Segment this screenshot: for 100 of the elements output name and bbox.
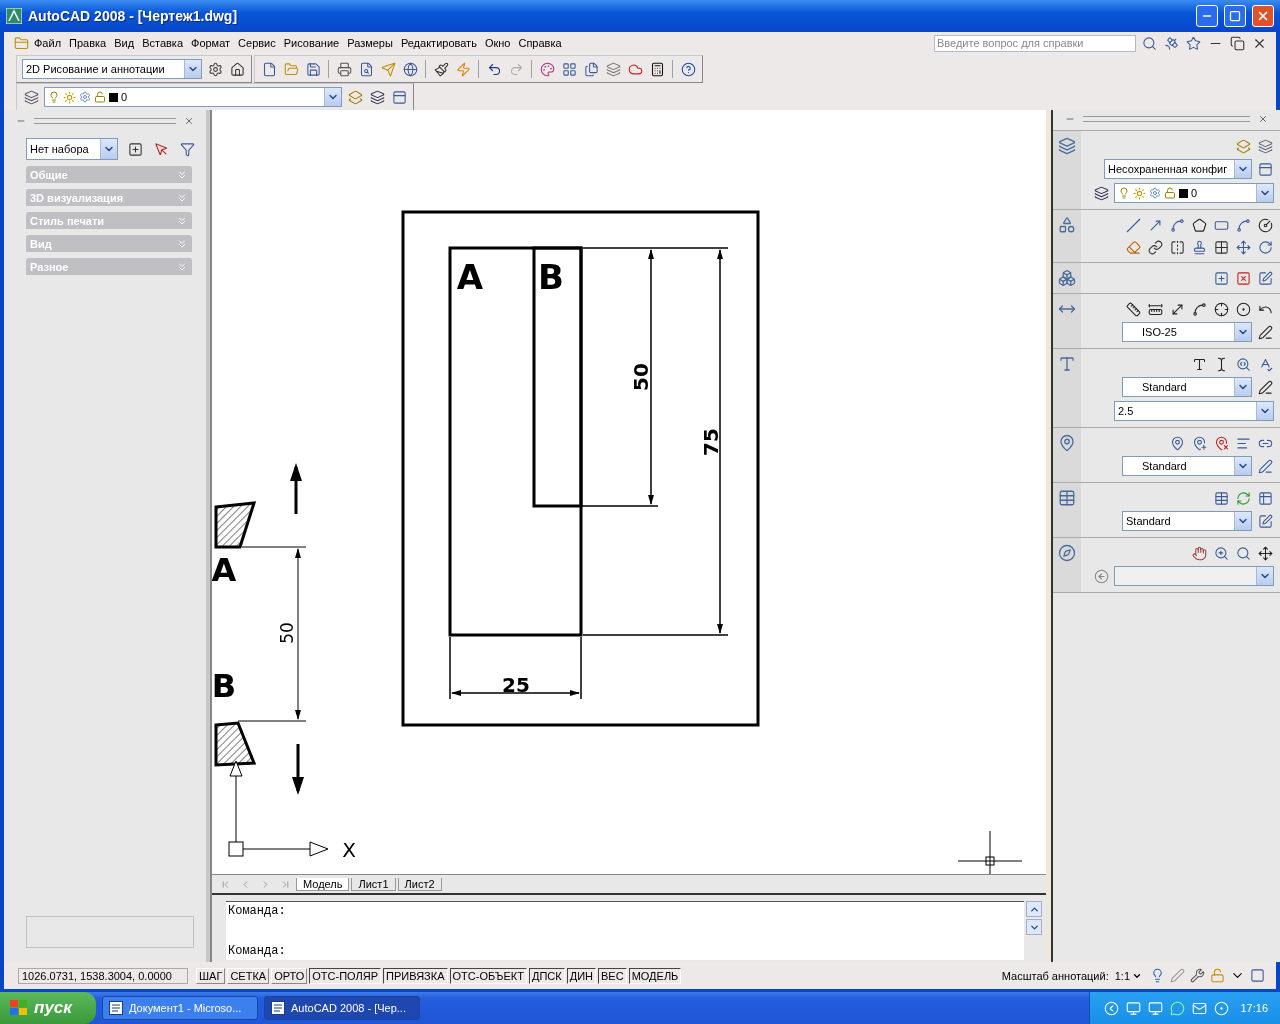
- status-toggle[interactable]: МОДЕЛЬ: [628, 967, 682, 984]
- search-icon[interactable]: [1141, 35, 1157, 51]
- command-window[interactable]: Команда: Команда:: [226, 901, 1024, 960]
- text-icon[interactable]: [1191, 356, 1207, 372]
- align-leaders-icon[interactable]: [1235, 435, 1251, 451]
- pentagon-icon[interactable]: [1191, 217, 1207, 233]
- funnel-icon[interactable]: [179, 141, 195, 157]
- network-icon[interactable]: [1147, 1000, 1163, 1016]
- undo-icon[interactable]: [486, 61, 502, 77]
- zoom-icon[interactable]: [1213, 545, 1229, 561]
- mail-icon[interactable]: [1191, 1000, 1207, 1016]
- scroll-up-button[interactable]: [1026, 901, 1042, 917]
- array-icon[interactable]: [1213, 239, 1229, 255]
- line-icon[interactable]: [1125, 217, 1141, 233]
- add-leader-icon[interactable]: [1191, 435, 1207, 451]
- table-edit-icon[interactable]: [1257, 490, 1273, 506]
- layer-dropdown[interactable]: 0: [44, 87, 342, 107]
- globe-icon[interactable]: [402, 61, 418, 77]
- status-toggle[interactable]: ВЕС: [598, 967, 627, 984]
- star-icon[interactable]: [1185, 35, 1201, 51]
- arc-dimension-icon[interactable]: [1191, 301, 1207, 317]
- close-icon[interactable]: [1258, 114, 1268, 124]
- minimize-button[interactable]: [1196, 5, 1218, 27]
- circle-icon[interactable]: [1257, 217, 1273, 233]
- aligned-dimension-icon[interactable]: [1147, 301, 1163, 317]
- drawing-canvas[interactable]: A B 50 75 25 A B 50 X: [212, 110, 1046, 874]
- sun-icon[interactable]: [63, 90, 76, 104]
- menu-item[interactable]: Окно: [480, 37, 515, 49]
- padlock-icon[interactable]: [1164, 187, 1176, 199]
- menu-item[interactable]: Вид: [110, 37, 139, 49]
- menu-item[interactable]: Правка: [65, 37, 111, 49]
- search-icon[interactable]: [1235, 545, 1251, 561]
- house-icon[interactable]: [229, 61, 245, 77]
- calculator-icon[interactable]: [649, 61, 665, 77]
- printer-icon[interactable]: [336, 61, 352, 77]
- lightbulb-icon[interactable]: [48, 91, 60, 103]
- annotation-scale-dropdown[interactable]: 1:1: [1110, 969, 1146, 982]
- delete-block-icon[interactable]: [1235, 270, 1251, 286]
- select-objects-icon[interactable]: [127, 141, 143, 157]
- find-text-icon[interactable]: [1235, 356, 1251, 372]
- text-height-dropdown[interactable]: 2.5: [1114, 401, 1274, 421]
- layer-state-dropdown[interactable]: Несохраненная конфиг: [1104, 159, 1252, 179]
- menu-item[interactable]: Рисование: [279, 37, 344, 49]
- new-file-icon[interactable]: [261, 61, 277, 77]
- table-style-dropdown[interactable]: Standard: [1122, 511, 1252, 531]
- dimension-style-dropdown[interactable]: ISO-25: [1122, 322, 1252, 342]
- menu-item[interactable]: Размеры: [343, 37, 397, 49]
- maximize-button[interactable]: [1224, 5, 1246, 27]
- gear-icon[interactable]: [207, 61, 223, 77]
- padlock-icon[interactable]: [94, 91, 106, 103]
- expand-tray-icon[interactable]: [1103, 1000, 1119, 1016]
- status-toggle[interactable]: ОТС-ПОЛЯР: [309, 967, 382, 984]
- menu-item[interactable]: Вставка: [138, 37, 187, 49]
- workspace-dropdown[interactable]: 2D Рисование и аннотации: [22, 59, 202, 79]
- help-icon[interactable]: [680, 61, 696, 77]
- back-icon[interactable]: [1093, 568, 1109, 584]
- palette-icon[interactable]: [539, 61, 555, 77]
- lightbulb-icon[interactable]: [1118, 187, 1130, 199]
- grid-icon[interactable]: [561, 61, 577, 77]
- insert-block-icon[interactable]: [1213, 270, 1229, 286]
- edit-block-icon[interactable]: [1257, 270, 1273, 286]
- scroll-down-button[interactable]: [1026, 919, 1042, 935]
- pan-icon[interactable]: [1191, 545, 1207, 561]
- layers-icon[interactable]: [1257, 138, 1273, 154]
- stack-icon[interactable]: [605, 61, 621, 77]
- help-search-field[interactable]: Введите вопрос для справки: [934, 34, 1136, 52]
- restore-icon[interactable]: [1229, 35, 1245, 51]
- layer-dropdown[interactable]: 0: [1114, 183, 1274, 203]
- status-toggle[interactable]: ПРИВЯЗКА: [383, 967, 448, 984]
- taskbar-button[interactable]: AutoCAD 2008 - [Чер...: [264, 996, 420, 1020]
- menu-item[interactable]: Формат: [187, 37, 235, 49]
- close-button[interactable]: [1252, 5, 1274, 27]
- status-toggle[interactable]: ДИН: [566, 967, 596, 984]
- layout-tab[interactable]: Лист1: [351, 877, 396, 891]
- remove-leader-icon[interactable]: [1213, 435, 1229, 451]
- layers-icon[interactable]: [23, 89, 39, 105]
- layout-tab[interactable]: Лист2: [397, 877, 442, 891]
- status-toggle[interactable]: ШАГ: [196, 967, 226, 984]
- window-icon[interactable]: [1257, 161, 1273, 177]
- status-toggle[interactable]: ДПСК: [529, 967, 565, 984]
- satellite-icon[interactable]: [1163, 35, 1179, 51]
- rotate-icon[interactable]: [1257, 239, 1273, 255]
- eraser-icon[interactable]: [1125, 239, 1141, 255]
- pages-icon[interactable]: [583, 61, 599, 77]
- taskbar-button[interactable]: Документ1 - Microso...: [102, 996, 258, 1020]
- window-icon[interactable]: [391, 89, 407, 105]
- menu-item[interactable]: Файл: [30, 37, 66, 49]
- polyline-icon[interactable]: [1169, 217, 1185, 233]
- menu-item[interactable]: Справка: [514, 37, 566, 49]
- pen-icon[interactable]: [1257, 458, 1273, 474]
- move-icon[interactable]: [1257, 545, 1273, 561]
- status-toggle[interactable]: СЕТКА: [227, 967, 270, 984]
- cloud-icon[interactable]: [627, 61, 643, 77]
- refresh-icon[interactable]: [1235, 490, 1251, 506]
- text-style-dropdown[interactable]: Standard: [1122, 377, 1252, 397]
- pen-icon[interactable]: [1257, 379, 1273, 395]
- arc-icon[interactable]: [1235, 217, 1251, 233]
- wrench-icon[interactable]: [1189, 968, 1205, 983]
- magnifier-page-icon[interactable]: [358, 61, 374, 77]
- table-icon[interactable]: [1213, 490, 1229, 506]
